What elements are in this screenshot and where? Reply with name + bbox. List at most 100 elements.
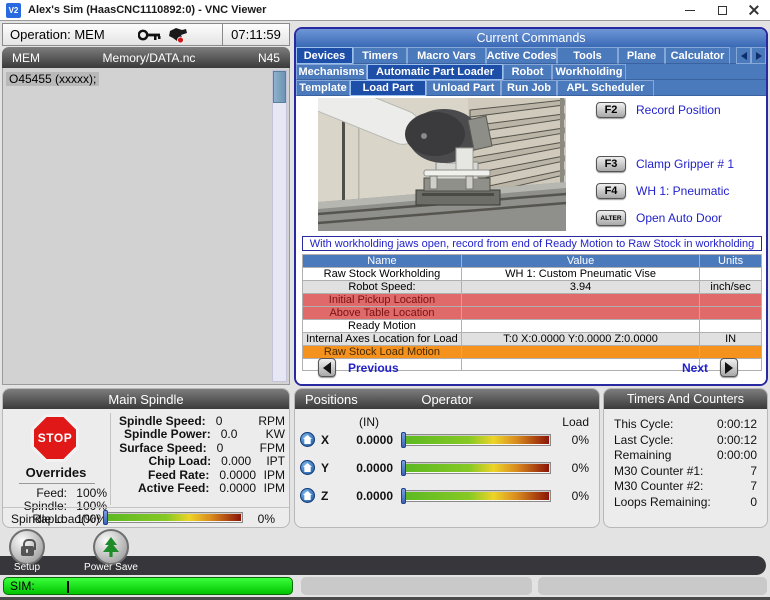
tab-unload-part[interactable]: Unload Part: [426, 80, 501, 96]
axis-row-z: Z 0.0000 0%: [295, 487, 599, 505]
sim-input-bar[interactable]: SIM:: [3, 577, 293, 595]
program-file: Memory/DATA.nc: [103, 51, 196, 65]
program-code-line[interactable]: O45455 (xxxxx);: [6, 72, 99, 86]
row-value: [461, 346, 699, 359]
stat-units: RPM: [258, 414, 285, 428]
timer-value: 7: [750, 464, 757, 480]
program-scrollbar-thumb[interactable]: [273, 71, 286, 103]
stat-value: 0.0: [211, 427, 266, 441]
minimize-icon: [685, 10, 695, 11]
timer-value: 0: [750, 495, 757, 511]
timer-value: 0:00:12: [717, 433, 757, 449]
tab-load-part[interactable]: Load Part: [350, 80, 426, 96]
f3-key-icon[interactable]: F3: [596, 156, 626, 172]
f2-key-icon[interactable]: F2: [596, 102, 626, 118]
load-gradient: [403, 436, 549, 444]
table-row[interactable]: Robot Speed: 3.94 inch/sec: [303, 281, 762, 294]
positions-panel: Positions Operator (IN) Load X 0.0000 0%…: [294, 388, 600, 528]
tab-scroll-right-button[interactable]: [751, 47, 766, 64]
fkey-open-auto-door[interactable]: ALTER Open Auto Door: [596, 210, 722, 226]
timer-remaining: Remaining 0:00:00: [604, 448, 767, 464]
tab-run-job[interactable]: Run Job: [501, 80, 557, 96]
tab-mechanisms[interactable]: Mechanisms: [296, 64, 367, 80]
stat-label: Spindle Speed:: [113, 414, 206, 428]
axis-load-bar: [401, 434, 551, 446]
axis-load-bar: [401, 462, 551, 474]
home-icon: [300, 460, 315, 475]
stat-label: Active Feed:: [113, 481, 209, 495]
units-header: (IN): [359, 415, 379, 429]
tab-workholding[interactable]: Workholding: [552, 64, 626, 80]
load-gradient: [403, 492, 549, 500]
load-handle: [401, 488, 406, 504]
load-handle: [401, 432, 406, 448]
timer-value: 0:00:00: [717, 448, 757, 464]
fkey-workholding[interactable]: F4 WH 1: Pneumatic: [596, 183, 729, 199]
robot-preview-image: [318, 98, 566, 231]
row-name: Raw Stock Workholding: [303, 268, 462, 281]
stat-units: KW: [266, 427, 285, 441]
table-row[interactable]: Above Table Location: [303, 307, 762, 320]
stat-spindle-power: Spindle Power: 0.0 KW: [113, 428, 285, 442]
stat-label: Feed Rate:: [113, 468, 209, 482]
overrides-divider: [19, 483, 95, 484]
tab-apl-scheduler[interactable]: APL Scheduler: [557, 80, 654, 96]
program-scrollbar[interactable]: [272, 70, 287, 382]
tab-row-spacer: [654, 80, 766, 96]
maximize-button[interactable]: [706, 0, 738, 20]
timer-label: Remaining: [614, 448, 717, 464]
tab-timers[interactable]: Timers: [353, 47, 407, 64]
previous-button[interactable]: [318, 358, 336, 377]
f4-key-icon[interactable]: F4: [596, 183, 626, 199]
power-save-button[interactable]: [93, 529, 129, 565]
next-label[interactable]: Next: [682, 361, 708, 375]
tab-tools[interactable]: Tools: [557, 47, 618, 64]
tab-active-codes[interactable]: Active Codes: [486, 47, 557, 64]
row-units: [700, 268, 762, 281]
timer-value: 7: [750, 479, 757, 495]
table-row[interactable]: Internal Axes Location for Load T:0 X:0.…: [303, 333, 762, 346]
row-value: [461, 320, 699, 333]
minimize-button[interactable]: [674, 0, 706, 20]
fkey-record-position[interactable]: F2 Record Position: [596, 102, 721, 118]
row-value: T:0 X:0.0000 Y:0.0000 Z:0.0000: [461, 333, 699, 346]
axis-load-value: 0%: [572, 433, 589, 447]
tab-calculator[interactable]: Calculator: [665, 47, 730, 64]
fkey-label: Clamp Gripper # 1: [636, 157, 734, 171]
table-row[interactable]: Raw Stock Workholding WH 1: Custom Pneum…: [303, 268, 762, 281]
previous-label[interactable]: Previous: [348, 361, 399, 375]
fkey-clamp-gripper[interactable]: F3 Clamp Gripper # 1: [596, 156, 734, 172]
tab-row-top: Devices Timers Macro Vars Active Codes T…: [296, 47, 766, 64]
program-editor[interactable]: O45455 (xxxxx);: [2, 68, 290, 385]
table-row-selected[interactable]: Raw Stock Load Motion: [303, 346, 762, 359]
timer-value: 0:00:12: [717, 417, 757, 433]
tab-scroll-left-button[interactable]: [736, 47, 751, 64]
row-units: [700, 320, 762, 333]
pager: Previous Next: [296, 358, 768, 380]
status-bar-right: [538, 577, 767, 595]
tab-devices[interactable]: Devices: [296, 47, 353, 64]
vnc-logo-icon: V2: [6, 3, 21, 18]
stop-sign-text: STOP: [34, 417, 76, 459]
row-name: Raw Stock Load Motion: [303, 346, 462, 359]
program-panel-header: MEM Memory/DATA.nc N45: [2, 47, 290, 68]
setup-button[interactable]: [9, 529, 45, 565]
tab-automatic-part-loader[interactable]: Automatic Part Loader: [367, 64, 503, 80]
positions-header: Positions Operator: [295, 389, 599, 409]
alter-key-icon[interactable]: ALTER: [596, 210, 626, 226]
table-row[interactable]: Initial Pickup Location: [303, 294, 762, 307]
tab-row-apl: Template Load Part Unload Part Run Job A…: [296, 80, 766, 96]
next-button[interactable]: [720, 358, 738, 377]
tab-robot[interactable]: Robot: [503, 64, 552, 80]
row-name: Ready Motion: [303, 320, 462, 333]
timer-label: Last Cycle:: [614, 433, 717, 449]
tree-icon: [101, 536, 121, 558]
tab-macro-vars[interactable]: Macro Vars: [407, 47, 486, 64]
tab-plane[interactable]: Plane: [618, 47, 665, 64]
stat-label: Surface Speed:: [113, 441, 207, 455]
table-row[interactable]: Ready Motion: [303, 320, 762, 333]
overrides-title: Overrides: [3, 465, 109, 480]
tab-template[interactable]: Template: [296, 80, 350, 96]
close-button[interactable]: [738, 0, 770, 20]
row-units: [700, 307, 762, 320]
